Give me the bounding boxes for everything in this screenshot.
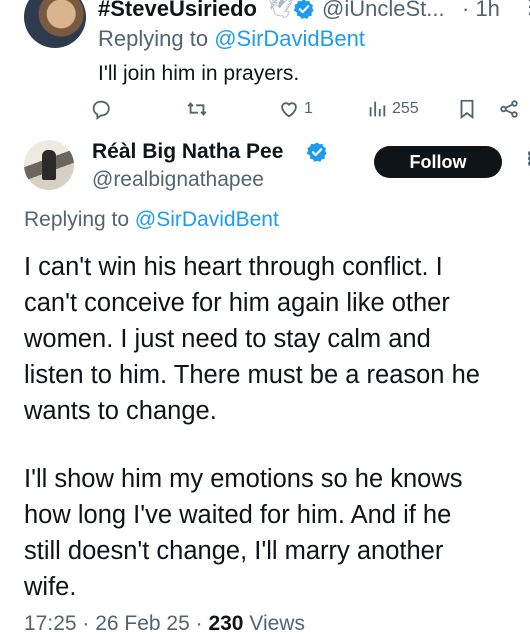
- verified-badge-icon: [293, 0, 315, 25]
- bookmark-icon: [460, 99, 474, 120]
- share-icon: [500, 100, 518, 118]
- bookmark-button[interactable]: [456, 98, 478, 120]
- tweet-text-line: I can't win his heart through conflict. …: [24, 253, 443, 281]
- tweet-text-line: how long I've waited for him. And if he: [24, 501, 452, 529]
- views-button[interactable]: 255: [366, 98, 419, 120]
- reply-button[interactable]: [90, 98, 112, 120]
- avatar[interactable]: [24, 0, 86, 48]
- heart-icon: [281, 102, 297, 118]
- reply-icon: [92, 100, 110, 120]
- tweet-meta: 17:25 · 26 Feb 25 · 230 Views: [24, 612, 305, 636]
- views-label: Views: [243, 612, 305, 635]
- views-count: 230: [208, 612, 244, 635]
- user-handle[interactable]: @realbignathapee: [92, 168, 264, 192]
- follow-button[interactable]: Follow: [374, 146, 502, 178]
- display-name[interactable]: #SteveUsiriedo: [98, 0, 257, 22]
- like-button[interactable]: 1: [278, 98, 313, 120]
- views-icon: [369, 101, 386, 117]
- retweet-icon: [187, 102, 207, 116]
- tweet-text-line: still doesn't change, I'll marry another: [24, 537, 444, 565]
- tweet-text: I'll join him in prayers.: [98, 62, 300, 85]
- verified-badge-icon: [306, 141, 328, 168]
- display-name[interactable]: Réàl Big Natha Pee: [92, 140, 283, 164]
- replying-to-link[interactable]: @SirDavidBent: [214, 26, 365, 51]
- tweet-text-line: women. I just need to stay calm and: [24, 325, 431, 353]
- replying-to-link[interactable]: @SirDavidBent: [135, 208, 279, 231]
- tweet-text-line: I'll show him my emotions so he knows: [24, 465, 463, 493]
- tweet-text-line: can't conceive for him again like other: [24, 289, 450, 317]
- retweet-button[interactable]: [186, 98, 208, 120]
- like-count: 1: [304, 100, 313, 117]
- user-handle[interactable]: @iUncleSt...: [322, 0, 445, 22]
- replying-prefix: Replying to: [98, 26, 215, 51]
- more-options-icon[interactable]: •••: [518, 150, 530, 165]
- dove-emoji-icon: 🕊: [268, 0, 294, 20]
- more-options-icon[interactable]: ⋮: [520, 0, 530, 19]
- tweet-text-line: wife.: [24, 573, 77, 601]
- replying-to: Replying to @SirDavidBent: [98, 26, 365, 52]
- timestamp[interactable]: 17:25 · 26 Feb 25 ·: [24, 612, 208, 635]
- share-button[interactable]: [498, 98, 520, 120]
- avatar[interactable]: [24, 140, 74, 190]
- tweet-text-line: wants to change.: [24, 397, 217, 425]
- replying-prefix: Replying to: [24, 208, 135, 231]
- tweet-time[interactable]: · 1h: [462, 0, 500, 22]
- views-count: 255: [392, 100, 419, 117]
- tweet-text-line: listen to him. There must be a reason he: [24, 361, 480, 389]
- replying-to: Replying to @SirDavidBent: [24, 208, 279, 232]
